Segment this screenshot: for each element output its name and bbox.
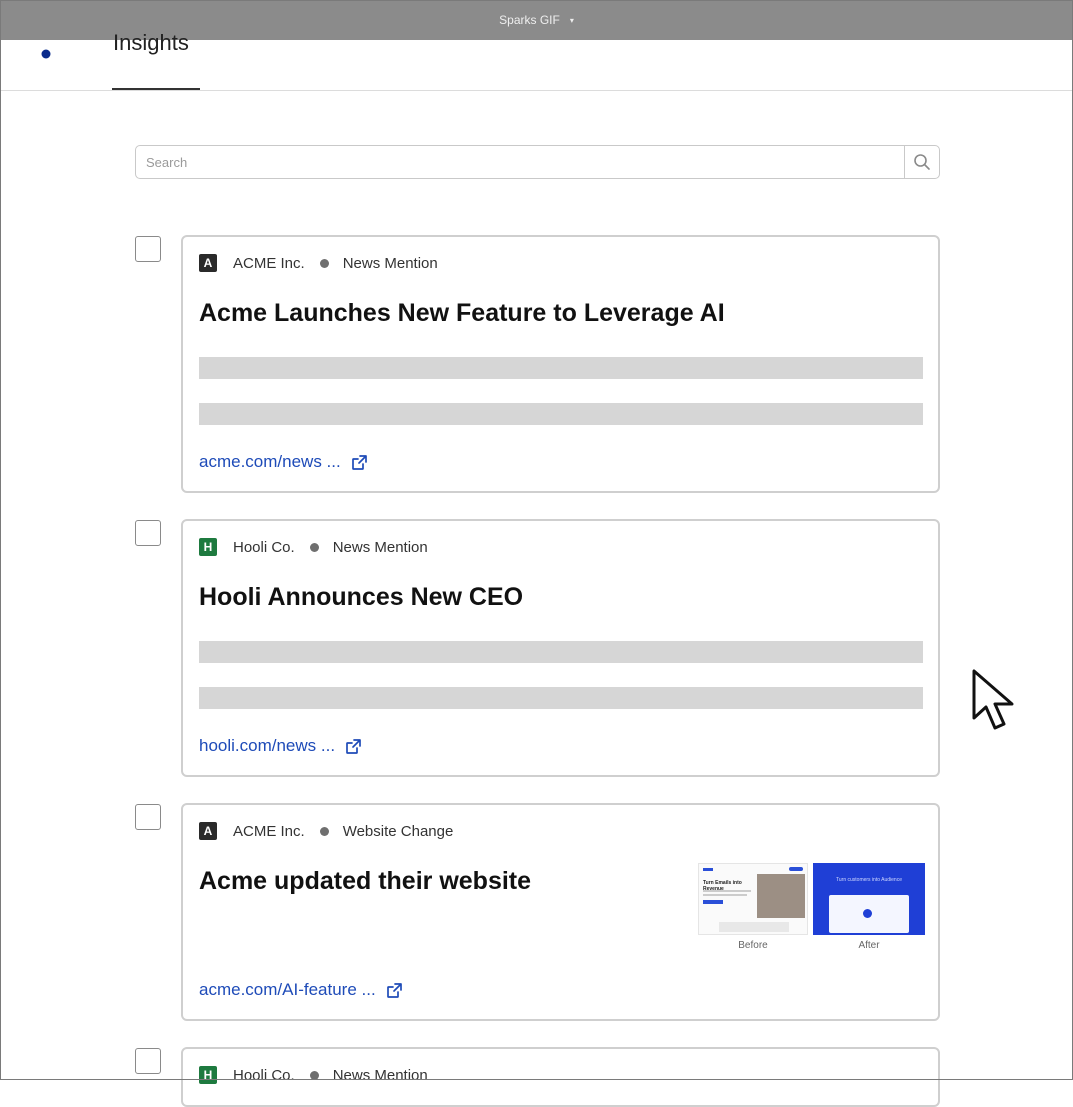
separator-dot-icon — [309, 1070, 319, 1080]
search-bar — [135, 145, 940, 179]
select-checkbox[interactable] — [135, 236, 161, 262]
source-link-text: hooli.com/news ... — [199, 736, 336, 755]
mouse-pointer-icon — [972, 669, 1014, 730]
source-link-text: acme.com/AI-feature ... — [199, 980, 376, 999]
insight-card[interactable]: H Hooli Co. News Mention — [181, 1047, 940, 1107]
before-label: Before — [738, 940, 768, 951]
card-meta: H Hooli Co. News Mention — [199, 1066, 428, 1084]
before-screenshot[interactable]: Turn Emails into Revenue — [698, 863, 808, 935]
external-link-icon — [386, 982, 402, 998]
after-label: After — [858, 940, 880, 951]
insight-type: Website Change — [342, 822, 454, 840]
company-name: ACME Inc. — [233, 822, 305, 840]
separator-dot-icon — [309, 542, 319, 552]
card-meta: H Hooli Co. News Mention — [199, 538, 428, 556]
window-title: Sparks GIF — [499, 13, 560, 27]
after-screenshot-headline: Turn customers into Audience — [836, 877, 902, 883]
insight-type: News Mention — [342, 254, 438, 272]
search-button[interactable] — [904, 146, 939, 178]
after-screenshot[interactable]: Turn customers into Audience — [813, 863, 925, 935]
separator-dot-icon — [319, 826, 329, 836]
insight-type: News Mention — [332, 538, 428, 556]
chevron-down-icon[interactable]: ▾ — [570, 16, 574, 25]
company-name: ACME Inc. — [233, 254, 305, 272]
company-logo-badge: A — [199, 822, 217, 840]
card-meta: A ACME Inc. News Mention — [199, 254, 438, 272]
header-divider — [0, 90, 1073, 91]
external-link-icon — [351, 454, 367, 470]
website-comparison: Turn Emails into Revenue Turn customers … — [698, 863, 930, 958]
insight-card[interactable]: H Hooli Co. News Mention Hooli Announces… — [181, 519, 940, 777]
insight-title: Hooli Announces New CEO — [199, 583, 524, 611]
insight-card[interactable]: A ACME Inc. Website Change Acme updated … — [181, 803, 940, 1021]
summary-placeholder-line — [199, 403, 923, 425]
tab-insights[interactable]: Insights — [113, 30, 189, 56]
source-link[interactable]: hooli.com/news ... — [199, 736, 362, 756]
search-icon — [914, 154, 930, 170]
summary-placeholder-line — [199, 687, 923, 709]
card-meta: A ACME Inc. Website Change — [199, 822, 453, 840]
company-logo-badge: H — [199, 1066, 217, 1084]
search-input[interactable] — [136, 146, 904, 178]
company-logo-badge: H — [199, 538, 217, 556]
summary-placeholder-line — [199, 641, 923, 663]
external-link-icon — [346, 738, 361, 754]
source-link[interactable]: acme.com/AI-feature ... — [199, 980, 403, 1000]
select-checkbox[interactable] — [135, 804, 161, 830]
insight-type: News Mention — [332, 1066, 428, 1084]
source-link[interactable]: acme.com/news ... — [199, 452, 368, 472]
separator-dot-icon — [319, 258, 329, 268]
summary-placeholder-line — [199, 357, 923, 379]
sparks-logo-icon[interactable] — [22, 30, 56, 78]
insight-title: Acme updated their website — [199, 867, 532, 895]
insight-card[interactable]: A ACME Inc. News Mention Acme Launches N… — [181, 235, 940, 493]
select-checkbox[interactable] — [135, 520, 161, 546]
source-link-text: acme.com/news ... — [199, 452, 341, 471]
select-checkbox[interactable] — [135, 1048, 161, 1074]
company-name: Hooli Co. — [233, 538, 295, 556]
insight-title: Acme Launches New Feature to Leverage AI — [199, 299, 725, 327]
company-name: Hooli Co. — [233, 1066, 295, 1084]
company-logo-badge: A — [199, 254, 217, 272]
